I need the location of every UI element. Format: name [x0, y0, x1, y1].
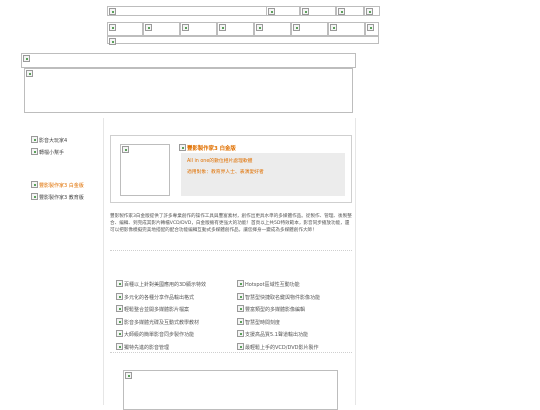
header-link-1[interactable]: [266, 6, 300, 16]
broken-image-icon: [109, 8, 116, 15]
main-menu: [107, 22, 379, 36]
menu-tab-6[interactable]: [291, 22, 328, 36]
broken-image-icon: [330, 24, 337, 31]
bottom-image: [123, 370, 338, 410]
menu-tab-1[interactable]: [107, 22, 143, 36]
feature-item: 輕鬆整合並開多媒體影片檔案: [116, 304, 189, 314]
bullet-icon: [237, 330, 244, 337]
broken-image-icon: [109, 24, 116, 31]
feature-item: 支援高品質5.1聲道輸出功能: [237, 329, 308, 339]
broken-image-icon: [366, 8, 373, 15]
broken-image-icon: [31, 181, 38, 188]
header-bar: [107, 6, 380, 16]
bullet-icon: [237, 293, 244, 300]
header-link-3[interactable]: [336, 6, 364, 16]
bullet-icon: [237, 305, 244, 312]
bullet-icon: [237, 318, 244, 325]
broken-image-icon: [182, 24, 189, 31]
summary-line-2: 適用對象：教育界人士、表演愛好者: [187, 170, 264, 175]
header-link-2[interactable]: [300, 6, 336, 16]
bullet-icon: [116, 280, 123, 287]
product-box: 豐影製作家3 白金版 All in one的數位相片處理軟體 適用對象：教育界人…: [110, 135, 352, 203]
menu-tab-4[interactable]: [217, 22, 254, 36]
broken-image-icon: [109, 38, 116, 45]
sidebar-item-label: 轉檔小幫手: [39, 150, 65, 156]
bullet-icon: [237, 280, 244, 287]
sidebar-item-label: 豐影製作家3 白金版: [39, 183, 84, 189]
feature-item: 豐富類型的多媒體影像編輯: [237, 304, 305, 314]
feature-item: 影音多媒體光碟及互動式教學教材: [116, 317, 199, 327]
bullet-icon: [116, 343, 123, 350]
description-divider: [110, 250, 352, 251]
feature-text: 影音多媒體光碟及互動式教學教材: [124, 320, 200, 326]
product-image: [120, 144, 170, 196]
feature-text: 智慧型時間刻度: [245, 320, 281, 326]
feature-item: 百種以上針對美國應用的3D顯示特效: [116, 279, 206, 289]
feature-text: 豐富類型的多媒體影像編輯: [245, 307, 306, 313]
feature-item: Hotspot區域性互動功能: [237, 279, 300, 289]
feature-item: 獨特先進的影音管理: [116, 342, 169, 352]
sidebar-item-education[interactable]: 豐影製作家3 教育版: [31, 192, 84, 202]
broken-image-icon: [293, 24, 300, 31]
menu-tab-3[interactable]: [180, 22, 217, 36]
column-divider-left: [103, 118, 104, 405]
column-divider-right: [355, 118, 356, 405]
broken-image-icon: [31, 136, 38, 143]
feature-text: 獨特先進的影音管理: [124, 345, 170, 351]
bullet-icon: [116, 330, 123, 337]
product-description: 豐影製作家3白金版提供了許多專業創作的操作工具與豐富素材，創作出更具水準的多媒體…: [110, 214, 352, 234]
product-summary-panel: All in one的數位相片處理軟體 適用對象：教育界人士、表演愛好者: [181, 153, 345, 196]
sidebar-item-converter[interactable]: 轉檔小幫手: [31, 147, 64, 157]
feature-text: 大師級的簡單影音同步製作功能: [124, 332, 195, 338]
banner-image: [24, 68, 353, 113]
menu-underline: [107, 36, 379, 45]
broken-image-icon: [256, 24, 263, 31]
bullet-icon: [237, 343, 244, 350]
bullet-icon: [116, 293, 123, 300]
feature-item: 智慧型時間刻度: [237, 317, 280, 327]
broken-image-icon: [179, 144, 186, 151]
bullet-icon: [116, 318, 123, 325]
broken-image-icon: [122, 146, 129, 153]
sidebar-item-player[interactable]: 影音大玩家4: [31, 135, 67, 145]
broken-image-icon: [338, 8, 345, 15]
sidebar-item-platinum[interactable]: 豐影製作家3 白金版: [31, 180, 84, 190]
product-title-text: 豐影製作家3 白金版: [187, 146, 236, 152]
bullet-icon: [116, 305, 123, 312]
sidebar-item-label: 影音大玩家4: [39, 138, 68, 144]
broken-image-icon: [31, 193, 38, 200]
broken-image-icon: [367, 24, 374, 31]
header-link-4[interactable]: [364, 6, 380, 16]
broken-image-icon: [268, 8, 275, 15]
features-divider: [110, 352, 352, 353]
feature-text: 輕鬆整合並開多媒體影片檔案: [124, 307, 190, 313]
feature-text: 支援高品質5.1聲道輸出功能: [245, 332, 308, 338]
menu-tab-8[interactable]: [365, 22, 379, 36]
feature-text: 智慧型快捷取名鍵與物件影像功能: [245, 295, 321, 301]
feature-text: 百種以上針對美國應用的3D顯示特效: [124, 282, 207, 288]
menu-tab-5[interactable]: [254, 22, 291, 36]
broken-image-icon: [26, 70, 33, 77]
feature-text: 多元化的各種分享作品輸出格式: [124, 295, 195, 301]
sidebar-item-label: 豐影製作家3 教育版: [39, 195, 84, 201]
broken-image-icon: [31, 148, 38, 155]
summary-line-1: All in one的數位相片處理軟體: [187, 159, 253, 164]
feature-item: 智慧型快捷取名鍵與物件影像功能: [237, 292, 320, 302]
feature-text: 最輕鬆上手的VCD/DVD影片製作: [245, 345, 319, 351]
broken-image-icon: [145, 24, 152, 31]
feature-item: 多元化的各種分享作品輸出格式: [116, 292, 194, 302]
banner-strip: [21, 53, 356, 68]
feature-item: 大師級的簡單影音同步製作功能: [116, 329, 194, 339]
feature-item: 最輕鬆上手的VCD/DVD影片製作: [237, 342, 318, 352]
broken-image-icon: [125, 372, 132, 379]
feature-text: Hotspot區域性互動功能: [245, 282, 300, 288]
broken-image-icon: [23, 55, 30, 62]
menu-tab-7[interactable]: [328, 22, 365, 36]
menu-tab-2[interactable]: [143, 22, 180, 36]
broken-image-icon: [302, 8, 309, 15]
broken-image-icon: [219, 24, 226, 31]
